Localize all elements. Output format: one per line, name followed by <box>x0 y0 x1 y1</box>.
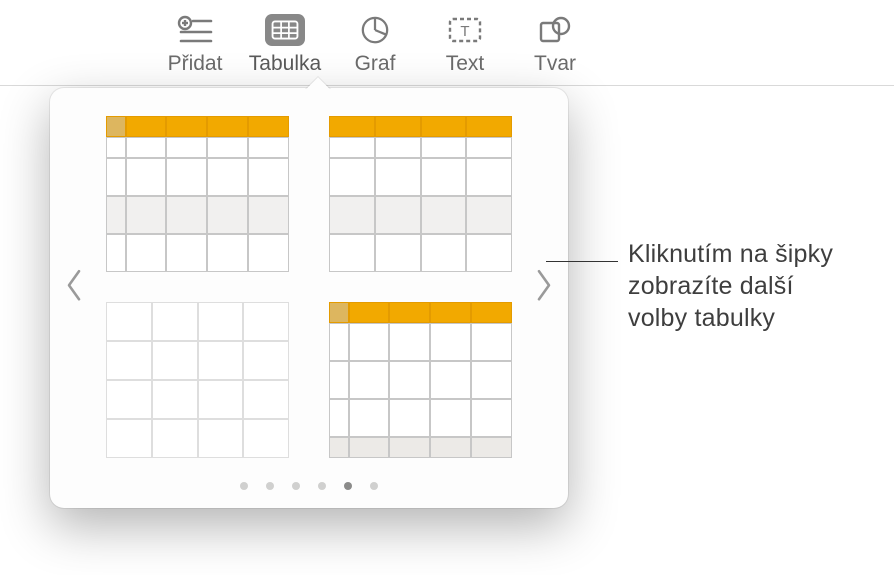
table-styles-popover <box>50 88 568 508</box>
chevron-left-icon <box>65 268 83 307</box>
svg-text:T: T <box>460 23 469 40</box>
table-preview-icon <box>329 302 512 458</box>
table-style-option[interactable] <box>329 116 512 272</box>
page-dot[interactable] <box>292 482 300 490</box>
page-dot[interactable] <box>318 482 326 490</box>
previous-page-button[interactable] <box>60 260 88 314</box>
toolbar-label: Přidat <box>168 52 223 76</box>
textbox-icon: T <box>445 14 485 46</box>
popover-arrow <box>305 75 331 89</box>
table-icon <box>265 14 305 46</box>
page-dot[interactable] <box>370 482 378 490</box>
toolbar-table-button[interactable]: Tabulka <box>240 14 330 76</box>
toolbar-label: Tabulka <box>249 52 321 76</box>
insert-icon <box>175 14 215 46</box>
chart-icon <box>355 14 395 46</box>
toolbar-chart-button[interactable]: Graf <box>330 14 420 76</box>
callout-line-1: Kliknutím na šipky <box>628 238 833 270</box>
table-style-option[interactable] <box>106 116 289 272</box>
callout-leader-line <box>546 261 618 262</box>
toolbar-label: Tvar <box>534 52 576 76</box>
table-style-option[interactable] <box>329 302 512 458</box>
table-preview-icon <box>106 116 289 272</box>
toolbar-label: Graf <box>355 52 396 76</box>
page-dot[interactable] <box>344 482 352 490</box>
toolbar: Přidat Tabulka Graf T <box>0 0 894 86</box>
callout-line-3: volby tabulky <box>628 302 833 334</box>
table-preview-icon <box>329 116 512 272</box>
next-page-button[interactable] <box>530 260 558 314</box>
toolbar-insert-button[interactable]: Přidat <box>150 14 240 76</box>
toolbar-shape-button[interactable]: Tvar <box>510 14 600 76</box>
page-dot[interactable] <box>266 482 274 490</box>
page-dot[interactable] <box>240 482 248 490</box>
toolbar-textbox-button[interactable]: T Text <box>420 14 510 76</box>
table-preview-icon <box>106 302 289 458</box>
table-style-grid <box>106 116 512 458</box>
toolbar-label: Text <box>446 52 485 76</box>
shape-icon <box>535 14 575 46</box>
callout-line-2: zobrazíte další <box>628 270 833 302</box>
callout-text: Kliknutím na šipky zobrazíte další volby… <box>628 238 833 334</box>
table-style-option[interactable] <box>106 302 289 458</box>
chevron-right-icon <box>535 268 553 307</box>
page-indicator <box>50 482 568 490</box>
